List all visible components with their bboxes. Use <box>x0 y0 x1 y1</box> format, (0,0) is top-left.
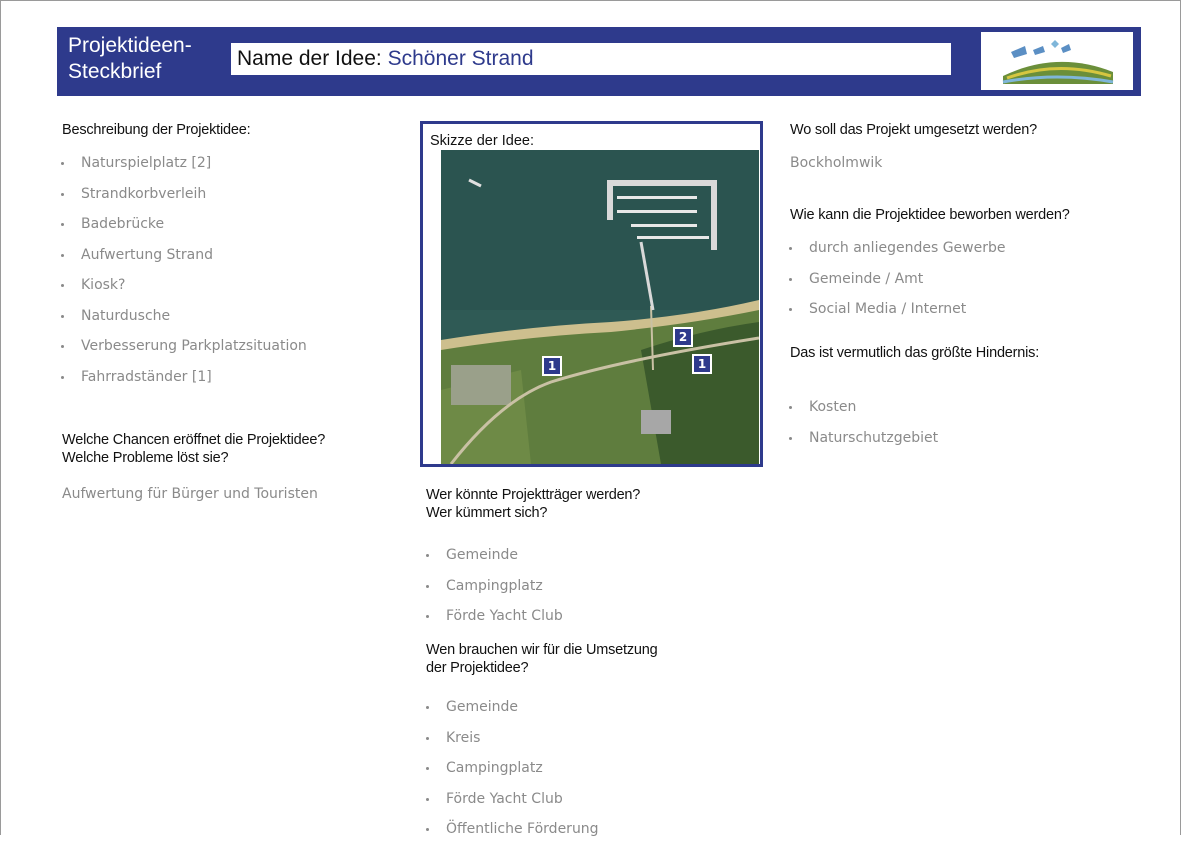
sketch-title: Skizze der Idee: <box>430 133 534 149</box>
map-marker-2: 2 <box>673 327 693 347</box>
description-heading: Beschreibung der Projektidee: <box>62 122 251 138</box>
list-item: Naturschutzgebiet <box>786 423 938 454</box>
chances-heading-line2: Welche Probleme löst sie? <box>62 450 229 466</box>
list-item: Gemeinde <box>423 540 563 571</box>
list-item: Naturdusche <box>58 301 307 332</box>
list-item: Öffentliche Förderung <box>423 814 599 845</box>
idea-name-label: Name der Idee: <box>237 47 388 70</box>
header-title-line2: Steckbrief <box>68 60 162 83</box>
list-item: Kiosk? <box>58 270 307 301</box>
list-item: Förde Yacht Club <box>423 601 563 632</box>
list-item: Kosten <box>786 392 938 423</box>
list-item: Social Media / Internet <box>786 294 1005 325</box>
location-text: Bockholmwik <box>790 155 883 171</box>
header-title-line1: Projektideen- <box>68 34 192 57</box>
list-item: Kreis <box>423 723 599 754</box>
carrier-heading: Wer könnte Projektträger werden? Wer küm… <box>426 486 640 522</box>
list-item: Strandkorbverleih <box>58 179 307 210</box>
list-item: Gemeinde / Amt <box>786 264 1005 295</box>
list-item: Campingplatz <box>423 753 599 784</box>
location-heading: Wo soll das Projekt umgesetzt werden? <box>790 122 1038 138</box>
needs-list: Gemeinde Kreis Campingplatz Förde Yacht … <box>423 692 599 845</box>
aerial-map-image <box>441 150 759 464</box>
promotion-heading: Wie kann die Projektidee beworben werden… <box>790 207 1070 223</box>
list-item: Aufwertung Strand <box>58 240 307 271</box>
carrier-heading-line2: Wer kümmert sich? <box>426 505 548 521</box>
chances-heading-line1: Welche Chancen eröffnet die Projektidee? <box>62 432 326 448</box>
map-marker-1b: 1 <box>692 354 712 374</box>
list-item: Gemeinde <box>423 692 599 723</box>
map-marker-1a: 1 <box>542 356 562 376</box>
carrier-heading-line1: Wer könnte Projektträger werden? <box>426 487 641 503</box>
list-item: Badebrücke <box>58 209 307 240</box>
list-item: Förde Yacht Club <box>423 784 599 815</box>
logo <box>981 32 1133 90</box>
list-item: Verbesserung Parkplatzsituation <box>58 331 307 362</box>
header-bar: Projektideen- Steckbrief Name der Idee: … <box>57 27 1141 96</box>
header-title: Projektideen- Steckbrief <box>68 33 192 85</box>
carrier-list: Gemeinde Campingplatz Förde Yacht Club <box>423 540 563 632</box>
obstacle-heading: Das ist vermutlich das größte Hindernis: <box>790 345 1040 361</box>
chances-heading: Welche Chancen eröffnet die Projektidee?… <box>62 431 325 467</box>
idea-name-box: Name der Idee: Schöner Strand <box>231 43 951 75</box>
needs-heading: Wen brauchen wir für die Umsetzung der P… <box>426 641 658 677</box>
idea-name-value: Schöner Strand <box>387 47 534 70</box>
obstacle-list: Kosten Naturschutzgebiet <box>786 392 938 453</box>
description-list: Naturspielplatz [2] Strandkorbverleih Ba… <box>58 148 307 392</box>
chances-text: Aufwertung für Bürger und Touristen <box>62 486 318 502</box>
logo-icon <box>1002 40 1114 84</box>
sketch-box: Skizze der Idee: 1 2 1 <box>420 121 763 467</box>
promotion-list: durch anliegendes Gewerbe Gemeinde / Amt… <box>786 233 1005 325</box>
list-item: Naturspielplatz [2] <box>58 148 307 179</box>
needs-heading-line2: der Projektidee? <box>426 660 529 676</box>
needs-heading-line1: Wen brauchen wir für die Umsetzung <box>426 642 658 658</box>
list-item: Fahrradständer [1] <box>58 362 307 393</box>
list-item: durch anliegendes Gewerbe <box>786 233 1005 264</box>
list-item: Campingplatz <box>423 571 563 602</box>
